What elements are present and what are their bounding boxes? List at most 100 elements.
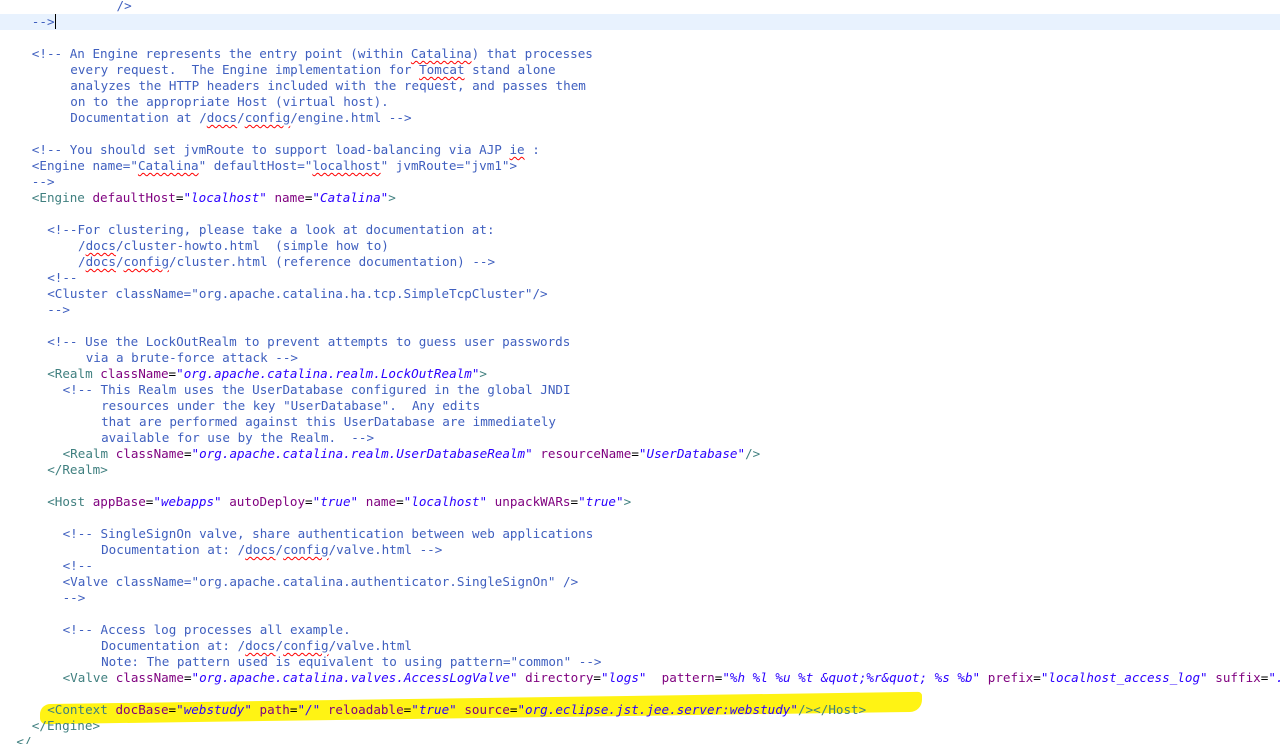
- code-token-comment: /valve.html -->: [328, 542, 443, 557]
- code-line[interactable]: [0, 686, 1280, 702]
- code-token-attr-value: "true": [312, 494, 359, 509]
- code-line[interactable]: </Realm>: [0, 462, 1280, 478]
- code-token-attr-name: docBase: [115, 702, 169, 717]
- code-token-tag: <Engine: [31, 190, 85, 205]
- code-line[interactable]: <!--: [0, 270, 1280, 286]
- code-line[interactable]: on to the appropriate Host (virtual host…: [0, 94, 1280, 110]
- code-token-attr-value: "webapps": [153, 494, 222, 509]
- code-token-comment: <!-- You should set jvmRoute to support …: [31, 142, 510, 157]
- code-token-comment: -->: [31, 174, 55, 189]
- code-token-comment: /valve.html: [328, 638, 412, 653]
- code-line[interactable]: via a brute-force attack -->: [0, 350, 1280, 366]
- code-token-attr-value: "localhost_access_log": [1040, 670, 1208, 685]
- code-token-text: =: [168, 366, 177, 381]
- code-token-comment: docs: [245, 542, 276, 557]
- code-token-attr-name: className: [115, 446, 184, 461]
- code-line[interactable]: resources under the key "UserDatabase". …: [0, 398, 1280, 414]
- code-token-attr-value: "/": [297, 702, 321, 717]
- code-line[interactable]: -->: [0, 14, 1280, 30]
- code-line[interactable]: <!-- SingleSignOn valve, share authentic…: [0, 526, 1280, 542]
- code-line[interactable]: <Engine defaultHost="localhost" name="Ca…: [0, 190, 1280, 206]
- code-token-comment: every request. The Engine implementation…: [70, 62, 420, 77]
- code-token-comment: <!--: [62, 558, 93, 573]
- code-line[interactable]: <!--: [0, 558, 1280, 574]
- code-token-tag: <Context: [47, 702, 108, 717]
- code-line[interactable]: Documentation at: /docs/config/valve.htm…: [0, 638, 1280, 654]
- code-token-attr-name: resourceName: [540, 446, 632, 461]
- code-line[interactable]: <!-- Use the LockOutRealm to prevent att…: [0, 334, 1280, 350]
- code-token-comment: <!--: [47, 270, 78, 285]
- code-line[interactable]: every request. The Engine implementation…: [0, 62, 1280, 78]
- code-line[interactable]: <!--For clustering, please take a look a…: [0, 222, 1280, 238]
- code-token-tag: <Host: [47, 494, 86, 509]
- code-token-comment: /: [78, 254, 86, 269]
- code-line[interactable]: <Engine name="Catalina" defaultHost="loc…: [0, 158, 1280, 174]
- code-line[interactable]: <Host appBase="webapps" autoDeploy="true…: [0, 494, 1280, 510]
- code-token-attr-name: name: [365, 494, 397, 509]
- code-token-comment: docs: [206, 110, 238, 125]
- code-line[interactable]: <Realm className="org.apache.catalina.re…: [0, 446, 1280, 462]
- code-line[interactable]: -->: [0, 174, 1280, 190]
- code-token-attr-value: "org.apache.catalina.valves.AccessLogVal…: [191, 670, 518, 685]
- code-token-attr-value: "webstudy": [176, 702, 252, 717]
- code-token-attr-value: ".: [1268, 670, 1280, 685]
- code-line[interactable]: /docs/cluster-howto.html (simple how to): [0, 238, 1280, 254]
- code-line[interactable]: <Realm className="org.apache.catalina.re…: [0, 366, 1280, 382]
- code-token-attr-name: directory: [525, 670, 594, 685]
- code-token-comment: via a brute-force attack -->: [85, 350, 298, 365]
- code-line[interactable]: [0, 510, 1280, 526]
- code-token-attr-value: "logs": [601, 670, 647, 685]
- code-line[interactable]: <Context docBase="webstudy" path="/" rel…: [0, 702, 1280, 718]
- code-token-comment: on to the appropriate Host (virtual host…: [70, 94, 389, 109]
- code-line[interactable]: that are performed against this UserData…: [0, 414, 1280, 430]
- code-token-attr-value: "org.apache.catalina.realm.UserDatabaseR…: [191, 446, 533, 461]
- code-token-comment: Catalina: [137, 158, 199, 173]
- code-line[interactable]: -->: [0, 590, 1280, 606]
- code-line[interactable]: Note: The pattern used is equivalent to …: [0, 654, 1280, 670]
- code-line[interactable]: />: [0, 0, 1280, 14]
- code-line[interactable]: <Cluster className="org.apache.catalina.…: [0, 286, 1280, 302]
- xml-editor[interactable]: /> --> <!-- An Engine represents the entry…: [0, 0, 1280, 744]
- code-line[interactable]: [0, 126, 1280, 142]
- code-line[interactable]: </: [0, 734, 1280, 744]
- code-token-comment: ie: [509, 142, 525, 157]
- code-token-comment: />: [116, 0, 132, 13]
- code-token-comment: <!-- This Realm uses the UserDatabase co…: [62, 382, 571, 397]
- code-line[interactable]: <!-- You should set jvmRoute to support …: [0, 142, 1280, 158]
- code-token-attr-name: className: [115, 670, 184, 685]
- code-line[interactable]: <Valve className="org.apache.catalina.va…: [0, 670, 1280, 686]
- code-line[interactable]: available for use by the Realm. -->: [0, 430, 1280, 446]
- code-line[interactable]: -->: [0, 302, 1280, 318]
- code-line[interactable]: <!-- Access log processes all example.: [0, 622, 1280, 638]
- code-line[interactable]: <!-- This Realm uses the UserDatabase co…: [0, 382, 1280, 398]
- code-line[interactable]: /docs/config/cluster.html (reference doc…: [0, 254, 1280, 270]
- code-line[interactable]: <Valve className="org.apache.catalina.au…: [0, 574, 1280, 590]
- code-token-comment: docs: [85, 238, 116, 253]
- code-line[interactable]: Documentation at: /docs/config/valve.htm…: [0, 542, 1280, 558]
- code-token-comment: localhost: [312, 158, 381, 173]
- code-line[interactable]: <!-- An Engine represents the entry poin…: [0, 46, 1280, 62]
- code-line[interactable]: [0, 606, 1280, 622]
- code-line[interactable]: [0, 318, 1280, 334]
- code-line[interactable]: Documentation at /docs/config/engine.htm…: [0, 110, 1280, 126]
- code-token-tag: <Realm: [47, 366, 93, 381]
- code-token-comment: <!-- Access log processes all example.: [62, 622, 351, 637]
- code-token-comment: /cluster.html (reference documentation) …: [169, 254, 496, 269]
- code-token-attr-name: unpackWARs: [494, 494, 571, 509]
- code-token-text: =: [305, 494, 313, 509]
- code-token-tag: </: [16, 734, 32, 744]
- code-token-comment: docs: [245, 638, 276, 653]
- code-line[interactable]: [0, 478, 1280, 494]
- code-token-comment: config: [244, 110, 291, 125]
- code-token-attr-value: "true": [411, 702, 457, 717]
- code-line[interactable]: [0, 206, 1280, 222]
- code-line[interactable]: analyzes the HTTP headers included with …: [0, 78, 1280, 94]
- code-line[interactable]: </Engine>: [0, 718, 1280, 734]
- code-token-comment: <!-- An Engine represents the entry poin…: [31, 46, 411, 61]
- code-line[interactable]: [0, 30, 1280, 46]
- code-token-attr-name: reloadable: [327, 702, 404, 717]
